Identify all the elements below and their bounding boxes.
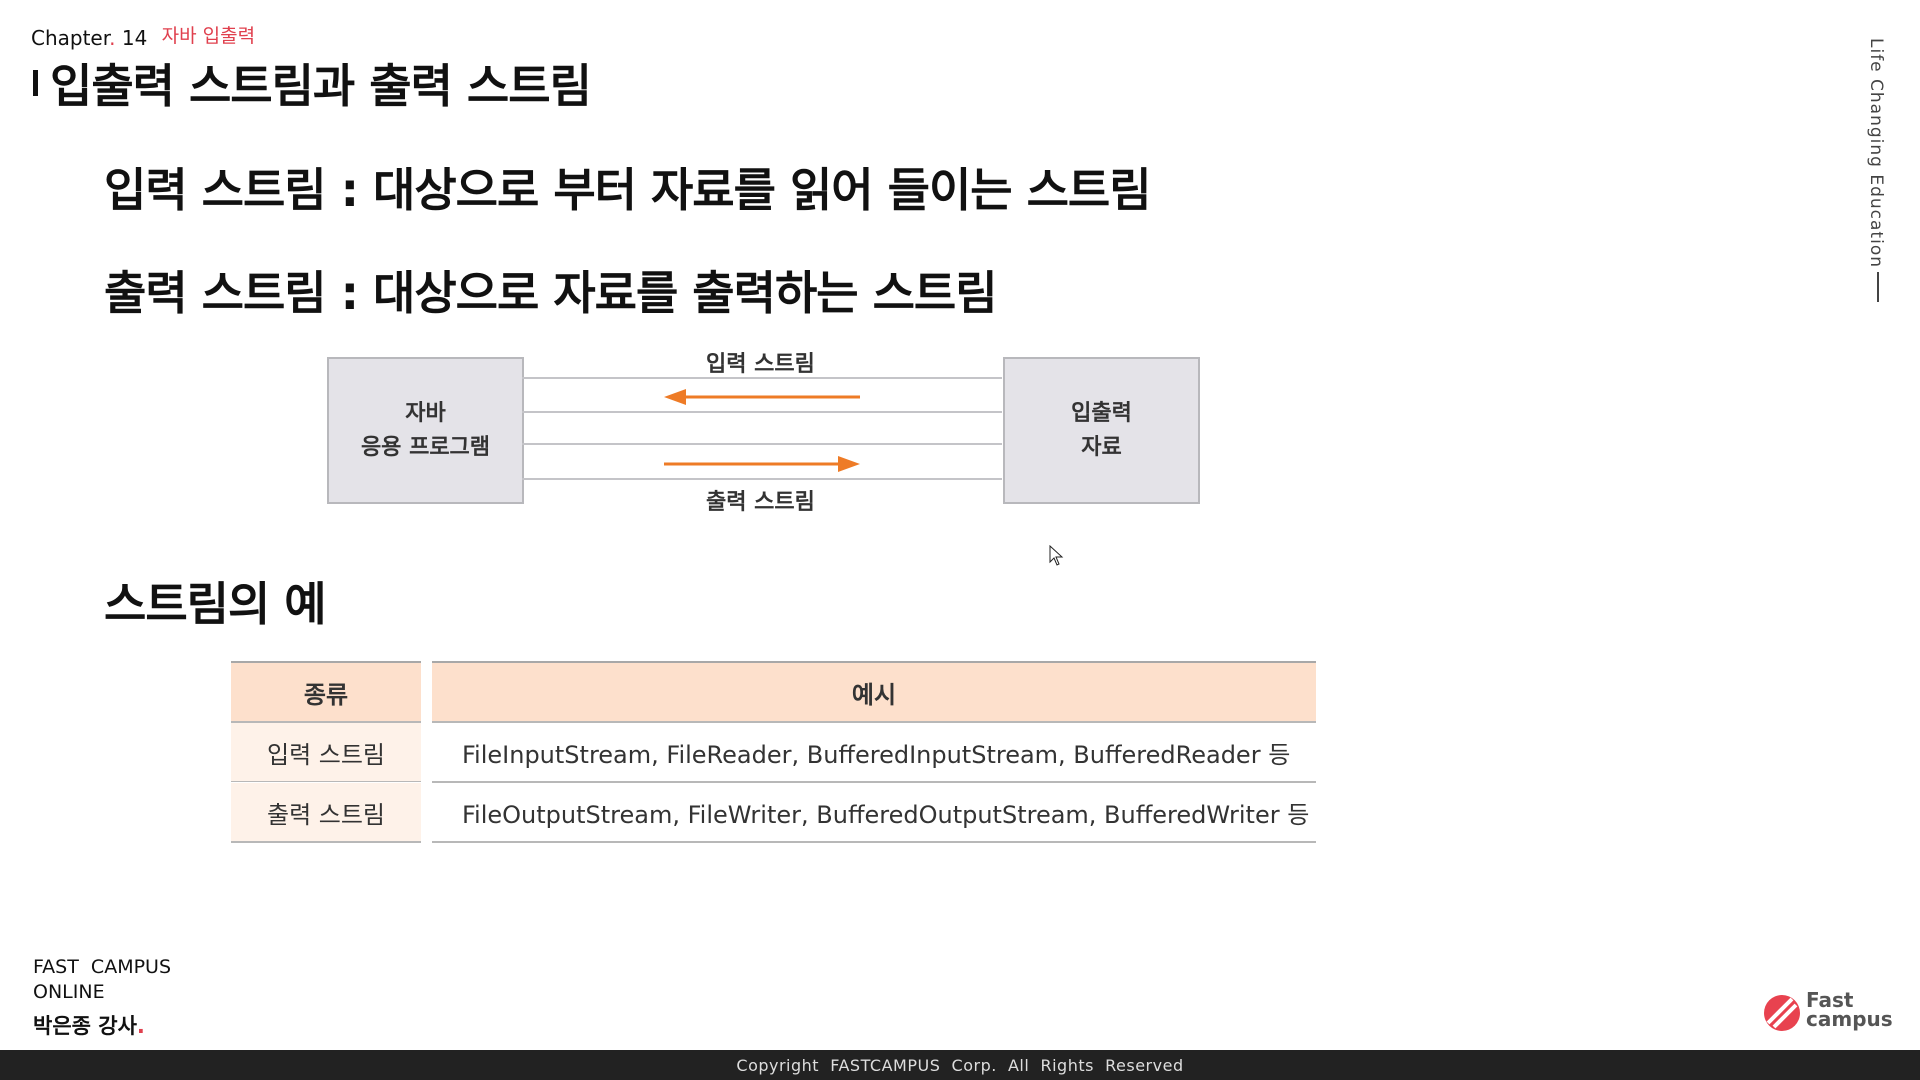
page-title: 입출력 스트림과 출력 스트림 xyxy=(50,59,592,113)
input-stream-definition: 입력 스트림 : 대상으로 부터 자료를 읽어 들이는 스트림 xyxy=(104,163,1152,217)
table-divider xyxy=(231,781,421,782)
copyright-bar: Copyright FASTCAMPUS Corp. All Rights Re… xyxy=(0,1050,1920,1080)
mouse-cursor-icon xyxy=(1049,545,1064,566)
table-header-kind: 종류 xyxy=(231,661,421,722)
org-name-line1: FAST CAMPUS xyxy=(33,956,172,978)
side-tagline: Life Changing Education xyxy=(1866,38,1886,268)
table-divider xyxy=(231,841,421,843)
chapter-topic: 자바 입출력 xyxy=(161,25,256,47)
logo-text-line2: campus xyxy=(1806,1007,1893,1031)
org-name: FAST CAMPUS ONLINE xyxy=(33,955,171,1005)
chapter-label: Chapter. 14 자바 입출력 xyxy=(31,24,255,51)
output-stream-label: 출력 스트림 xyxy=(706,490,815,515)
left-arrow-icon xyxy=(664,389,860,405)
table-cell-kind: 출력 스트림 xyxy=(231,783,421,841)
fastcampus-logo-text: Fast campus xyxy=(1806,990,1893,1031)
copyright-text: Copyright FASTCAMPUS Corp. All Rights Re… xyxy=(736,1055,1184,1075)
stream-arrows xyxy=(664,389,860,472)
io-data-box: 입출력 자료 xyxy=(1003,357,1200,504)
table-divider xyxy=(432,841,1316,843)
table-cell-example: FileOutputStream, FileWriter, BufferedOu… xyxy=(462,800,1310,829)
chapter-number: 14 xyxy=(121,26,148,50)
table-cell-example: FileInputStream, FileReader, BufferedInp… xyxy=(462,740,1291,769)
title-marker xyxy=(33,70,38,96)
org-name-line2: ONLINE xyxy=(33,981,105,1003)
java-app-line1: 자바 xyxy=(405,400,446,426)
io-data-line1: 입출력 xyxy=(1071,400,1132,426)
io-data-line2: 자료 xyxy=(1081,434,1122,460)
input-stream-label: 입력 스트림 xyxy=(706,352,815,377)
side-tagline-rule xyxy=(1877,272,1879,302)
chapter-dot: . xyxy=(109,26,116,50)
fastcampus-logo-icon xyxy=(1764,995,1800,1031)
output-stream-definition: 출력 스트림 : 대상으로 자료를 출력하는 스트림 xyxy=(104,266,998,320)
table-cell-kind: 입력 스트림 xyxy=(231,723,421,781)
java-app-box: 자바 응용 프로그램 xyxy=(327,357,524,504)
instructor-dot: . xyxy=(136,1014,145,1038)
table-header-example: 예시 xyxy=(432,661,1316,722)
instructor-name: 박은종 강사. xyxy=(33,1010,145,1040)
right-arrow-icon xyxy=(664,456,860,472)
instructor-text: 박은종 강사 xyxy=(33,1014,137,1038)
chapter-text: Chapter xyxy=(31,26,110,50)
java-app-line2: 응용 프로그램 xyxy=(360,434,491,460)
examples-title: 스트림의 예 xyxy=(104,577,327,631)
